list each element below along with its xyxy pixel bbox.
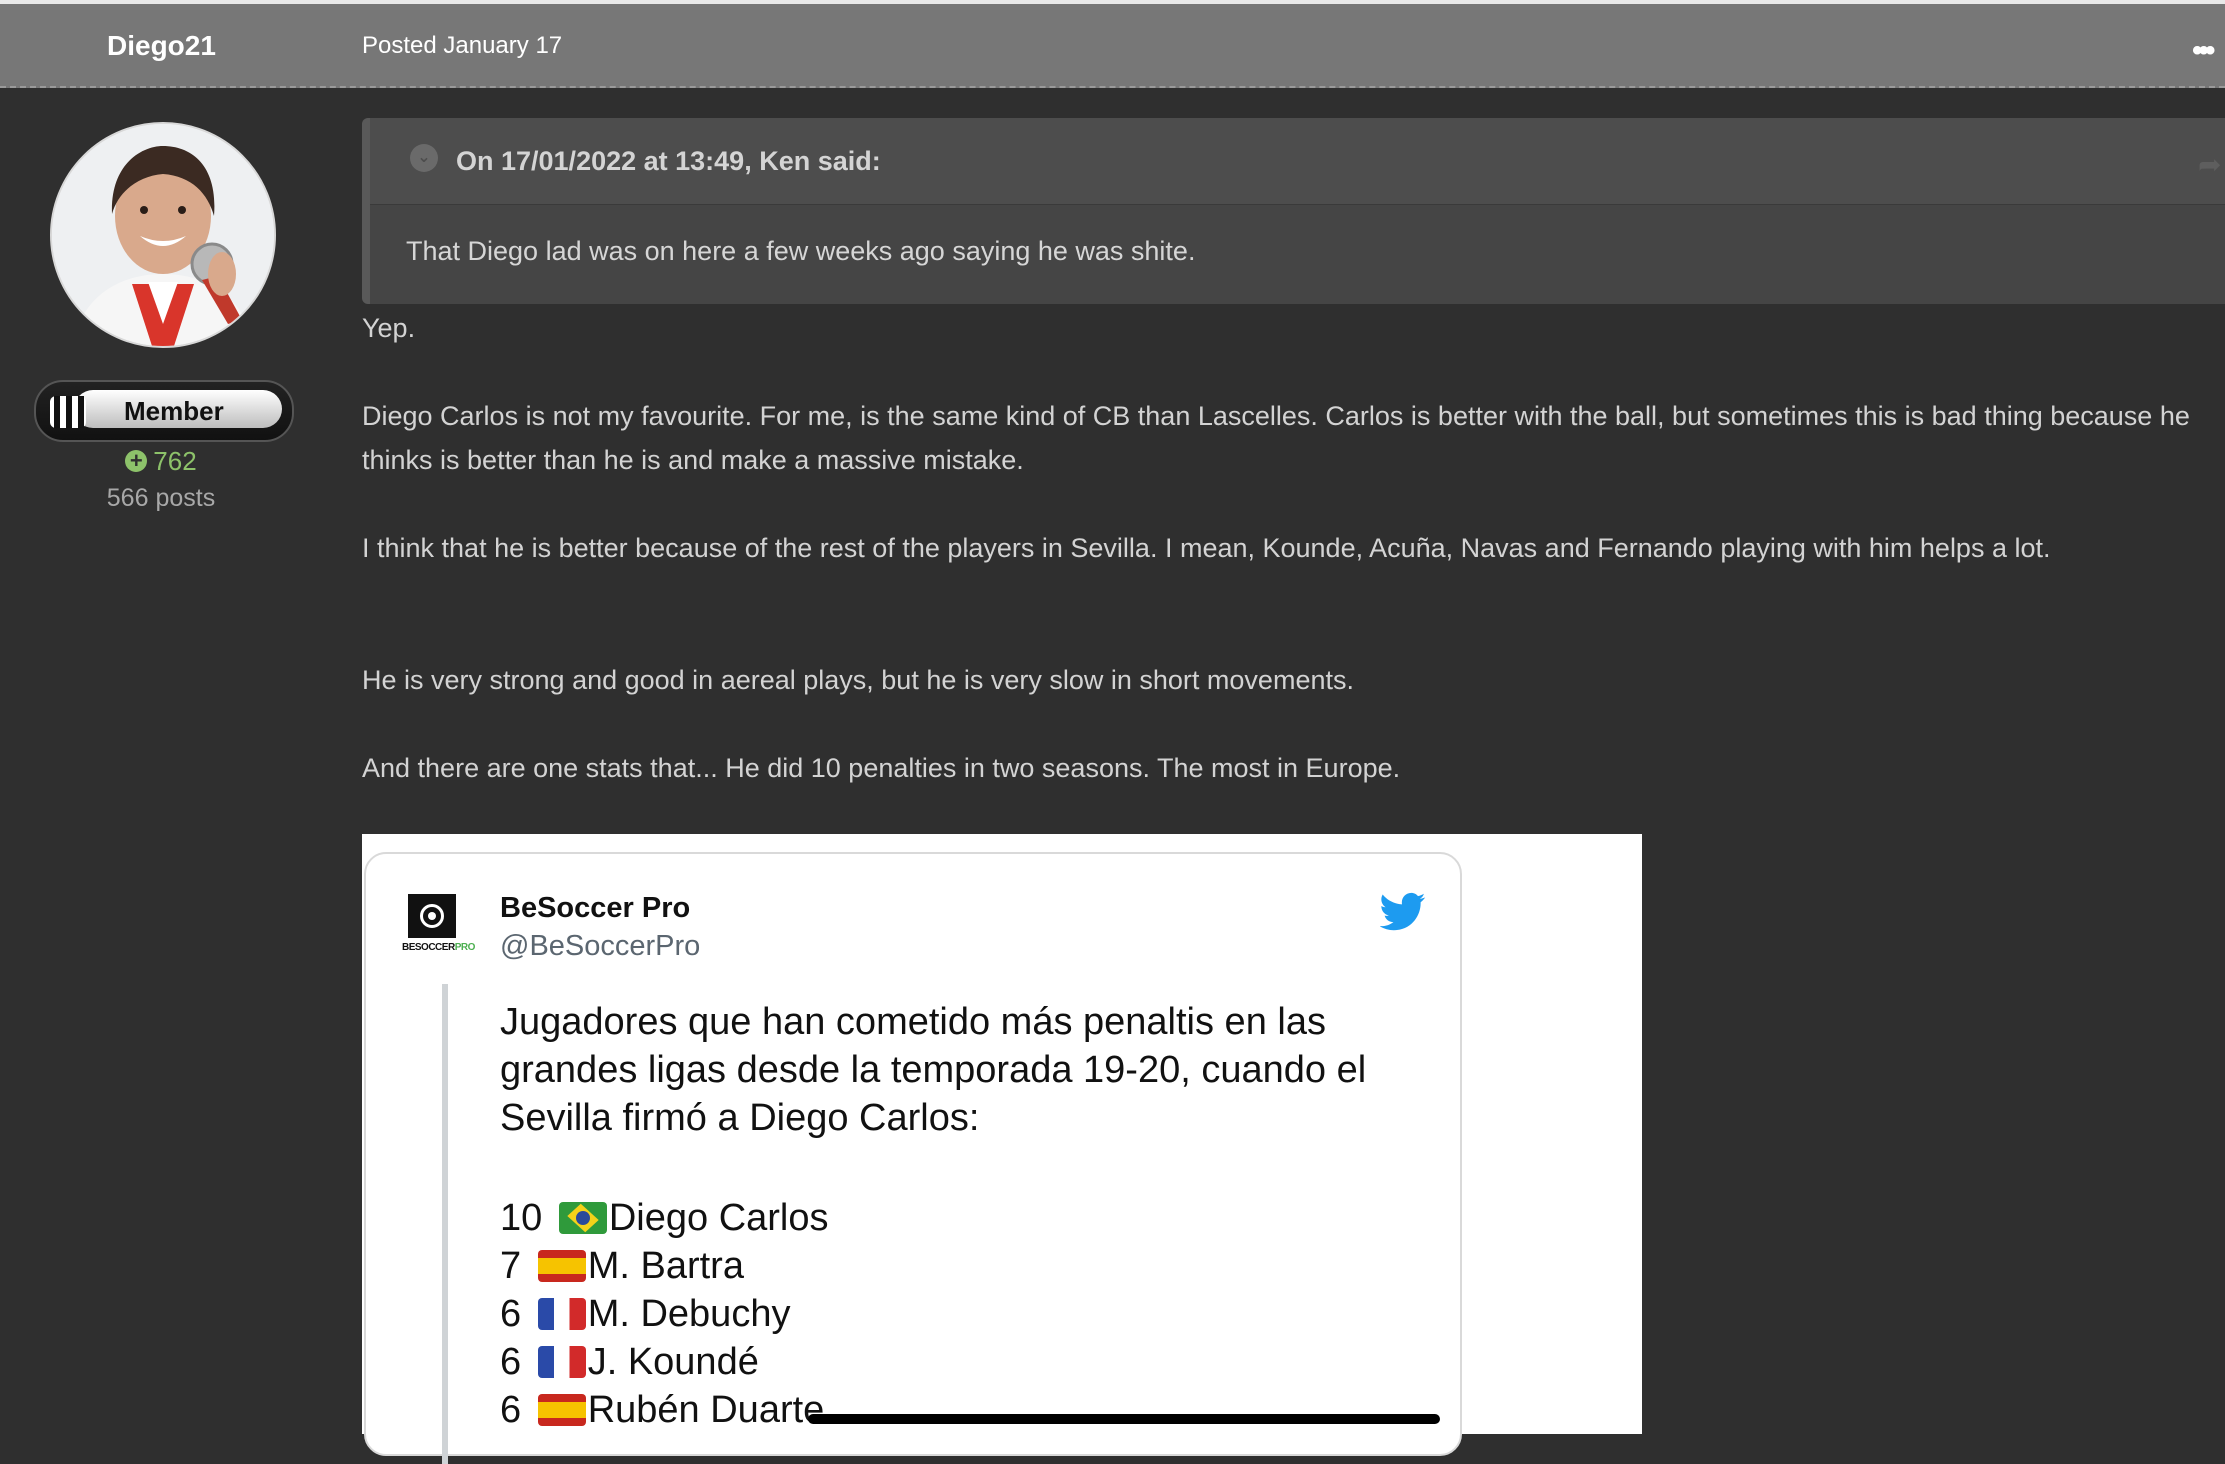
- post-header: Diego21 Posted January 17 •••: [0, 4, 2225, 88]
- besoccer-logo[interactable]: BESOCCERPRO: [402, 894, 475, 956]
- post-paragraph: I think that he is better because of the…: [362, 533, 2051, 563]
- list-item: 6 Rubén Duarte: [500, 1389, 825, 1431]
- magpie-icon: [50, 396, 86, 428]
- quote-citation: On 17/01/2022 at 13:49, Ken said:: [456, 146, 881, 176]
- reputation-count: 762: [153, 446, 197, 476]
- twitter-bird-icon[interactable]: [1380, 892, 1426, 932]
- post-paragraph: Yep.: [362, 313, 416, 343]
- brazil-flag-icon: [558, 1202, 607, 1234]
- rank-label: Member: [124, 396, 224, 426]
- tweet-ranking-list: 10 Diego Carlos 7 M. Bartra 6 M. Debuchy…: [500, 1194, 829, 1434]
- tweet-author-name[interactable]: BeSoccer Pro: [500, 892, 690, 925]
- quote-block: ⌄ On 17/01/2022 at 13:49, Ken said: ➦ Th…: [362, 118, 2225, 304]
- france-flag-icon: [537, 1346, 586, 1378]
- post-count: 566 posts: [106, 484, 216, 512]
- author-name-link[interactable]: Diego21: [107, 30, 216, 62]
- list-item: 7 M. Bartra: [500, 1245, 744, 1287]
- list-item: 6 J. Koundé: [500, 1341, 759, 1383]
- tweet-text: Jugadores que han cometido más penaltis …: [500, 1001, 1367, 1139]
- spain-flag-icon: [537, 1250, 586, 1282]
- reputation: +762: [0, 446, 322, 477]
- quote-text: That Diego lad was on here a few weeks a…: [406, 236, 1196, 266]
- rank-badge: Member: [34, 380, 294, 442]
- post-date[interactable]: Posted January 17: [362, 32, 562, 60]
- tweet-card[interactable]: BESOCCERPRO BeSoccer Pro @BeSoccerPro Ju…: [364, 852, 1462, 1464]
- share-arrow-icon[interactable]: ➦: [2198, 148, 2221, 181]
- chevron-down-icon[interactable]: ⌄: [410, 144, 438, 172]
- home-indicator[interactable]: [808, 1414, 1440, 1424]
- post-paragraph: Diego Carlos is not my favourite. For me…: [362, 401, 2190, 475]
- france-flag-icon: [537, 1298, 586, 1330]
- author-avatar[interactable]: [50, 122, 276, 348]
- list-item: 10 Diego Carlos: [500, 1197, 829, 1239]
- tweet-quote-bar: [442, 984, 448, 1464]
- post-paragraph: He is very strong and good in aereal pla…: [362, 665, 1354, 695]
- tweet-author-handle[interactable]: @BeSoccerPro: [500, 930, 700, 963]
- spain-flag-icon: [537, 1394, 586, 1426]
- list-item: 6 M. Debuchy: [500, 1293, 791, 1335]
- plus-circle-icon: +: [125, 450, 148, 472]
- post-paragraph: And there are one stats that... He did 1…: [362, 753, 1401, 783]
- ellipsis-icon[interactable]: •••: [2192, 34, 2215, 68]
- quote-header[interactable]: ⌄ On 17/01/2022 at 13:49, Ken said: ➦: [370, 118, 2225, 205]
